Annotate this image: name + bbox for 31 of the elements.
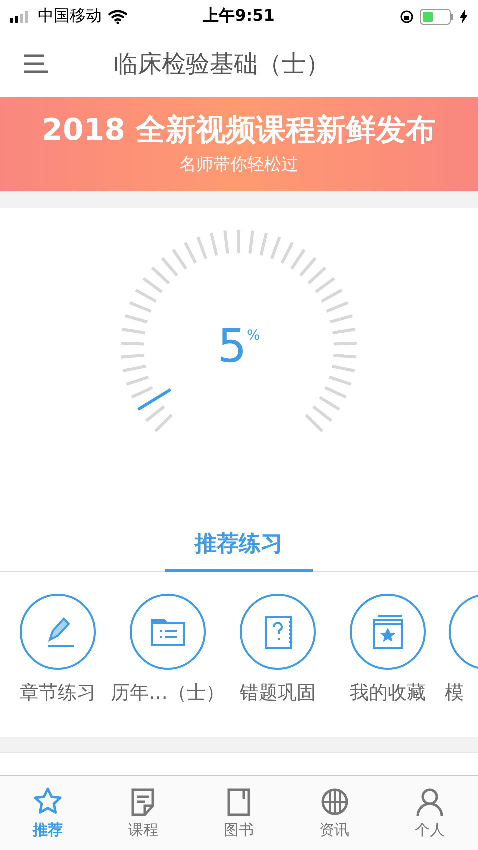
feature-button[interactable]	[130, 594, 206, 670]
carrier-name: 中国移动	[38, 6, 102, 27]
star-icon	[32, 786, 63, 816]
tab-bar-item[interactable]: 推荐	[0, 776, 96, 850]
feature-button[interactable]	[240, 594, 316, 670]
promo-banner[interactable]: 2018 全新视频课程新鲜发布 名师带你轻松过	[0, 97, 478, 191]
feature-label: 模	[445, 681, 464, 706]
globe-icon	[320, 786, 350, 816]
battery-icon	[420, 8, 454, 24]
feature-label: 历年…（士）	[111, 681, 225, 706]
tab-bar-item[interactable]: 课程	[96, 776, 192, 850]
charging-icon	[460, 10, 468, 24]
banner-headline: 2018 全新视频课程新鲜发布	[42, 112, 436, 148]
page-title: 临床检验基础（士）	[114, 49, 330, 80]
rotation-lock-icon	[400, 10, 414, 24]
feature-button[interactable]	[20, 594, 96, 670]
section-tab[interactable]: 推荐练习	[165, 518, 313, 572]
tab-bar-item[interactable]: 资讯	[286, 776, 382, 850]
clock-time: 上午9:51	[203, 6, 275, 27]
progress-value: 5	[218, 318, 247, 374]
wifi-icon	[108, 10, 128, 24]
feature-label: 章节练习	[20, 681, 96, 706]
person-icon	[415, 786, 446, 816]
feature-label: 错题巩固	[240, 681, 316, 706]
feature-button[interactable]	[350, 594, 426, 670]
tab-bar-item[interactable]: 个人	[382, 776, 478, 850]
feature-label: 我的收藏	[350, 681, 426, 706]
banner-subline: 名师带你轻松过	[180, 154, 298, 176]
menu-icon[interactable]	[22, 54, 48, 74]
progress-unit: %	[246, 328, 260, 344]
tab-bar-item[interactable]: 图书	[191, 776, 287, 850]
